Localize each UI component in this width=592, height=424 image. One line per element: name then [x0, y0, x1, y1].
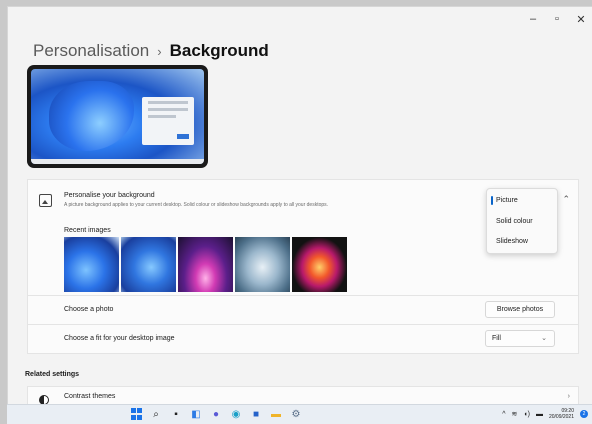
preview-bloom-image — [49, 81, 134, 151]
choose-photo-row: Choose a photo Browse photos — [27, 296, 579, 325]
contrast-themes-label: Contrast themes — [64, 393, 116, 400]
picture-icon — [39, 194, 52, 207]
settings-icon[interactable]: ⚙ — [290, 408, 302, 420]
personalise-background-title: Personalise your background — [64, 192, 155, 199]
breadcrumb-parent[interactable]: Personalisation — [33, 41, 149, 61]
recent-image-thumbnail[interactable] — [292, 237, 347, 292]
preview-window-button — [177, 134, 189, 139]
recent-images-list — [64, 237, 347, 292]
page-title: Background — [169, 41, 269, 60]
recent-images-label: Recent images — [64, 227, 111, 234]
volume-icon[interactable]: ◖) — [523, 411, 530, 418]
widgets-icon[interactable]: ◧ — [190, 408, 202, 420]
task-view-icon[interactable]: ▪ — [170, 408, 182, 420]
preview-window-line — [148, 108, 188, 111]
search-icon[interactable]: ⌕ — [150, 408, 162, 420]
recent-image-thumbnail[interactable] — [178, 237, 233, 292]
choose-fit-label: Choose a fit for your desktop image — [64, 335, 175, 342]
selection-indicator — [491, 196, 493, 205]
preview-window — [142, 97, 194, 145]
taskbar-icons: ⌕ ▪ ◧ ● ◉ ■ ▬ ⚙ — [130, 408, 302, 420]
choose-photo-label: Choose a photo — [64, 306, 114, 313]
clock[interactable]: 09:20 20/09/2021 — [549, 408, 574, 420]
breadcrumb: Personalisation › Background — [33, 41, 269, 61]
choose-fit-row: Choose a fit for your desktop image Fill… — [27, 325, 579, 354]
option-solid-colour[interactable]: Solid colour — [496, 218, 533, 225]
breadcrumb-separator: › — [157, 43, 162, 59]
preview-screen — [31, 69, 204, 164]
start-icon[interactable] — [130, 408, 142, 420]
fit-select-value: Fill — [492, 335, 501, 342]
clock-date: 20/09/2021 — [548, 414, 574, 420]
window-caption: – ▫ ✕ — [521, 7, 592, 31]
option-picture[interactable]: Picture — [496, 197, 518, 204]
chevron-up-icon[interactable]: ^ — [502, 411, 505, 418]
chevron-down-icon: ⌄ — [541, 335, 547, 342]
preview-taskbar — [31, 159, 204, 164]
minimize-button[interactable]: – — [521, 7, 545, 31]
recent-image-thumbnail[interactable] — [121, 237, 176, 292]
notification-badge[interactable]: 2 — [580, 410, 588, 418]
chevron-up-icon[interactable]: ⌃ — [562, 194, 570, 205]
battery-icon[interactable]: ▬ — [536, 411, 543, 418]
background-preview — [27, 65, 208, 168]
browse-photos-button[interactable]: Browse photos — [485, 301, 555, 318]
store-icon[interactable]: ■ — [250, 408, 262, 420]
fit-select[interactable]: Fill ⌄ — [485, 330, 555, 347]
chevron-right-icon: › — [567, 393, 570, 400]
recent-image-thumbnail[interactable] — [64, 237, 119, 292]
edge-icon[interactable]: ◉ — [230, 408, 242, 420]
taskbar: ⌕ ▪ ◧ ● ◉ ■ ▬ ⚙ ^ ≋ ◖) ▬ 09:20 20/09/202… — [7, 404, 592, 424]
related-settings-heading: Related settings — [25, 371, 80, 378]
chat-icon[interactable]: ● — [210, 408, 222, 420]
close-button[interactable]: ✕ — [569, 7, 592, 31]
personalise-background-description: A picture background applies to your cur… — [64, 202, 329, 208]
background-type-dropdown[interactable]: Picture Solid colour Slideshow — [486, 188, 558, 254]
preview-window-line — [148, 115, 176, 118]
file-explorer-icon[interactable]: ▬ — [270, 408, 282, 420]
option-slideshow[interactable]: Slideshow — [496, 238, 528, 245]
wifi-icon[interactable]: ≋ — [512, 410, 518, 418]
preview-window-line — [148, 101, 188, 104]
system-tray: ^ ≋ ◖) ▬ 09:20 20/09/2021 2 — [502, 408, 588, 420]
maximize-button[interactable]: ▫ — [545, 7, 569, 31]
recent-image-thumbnail[interactable] — [235, 237, 290, 292]
